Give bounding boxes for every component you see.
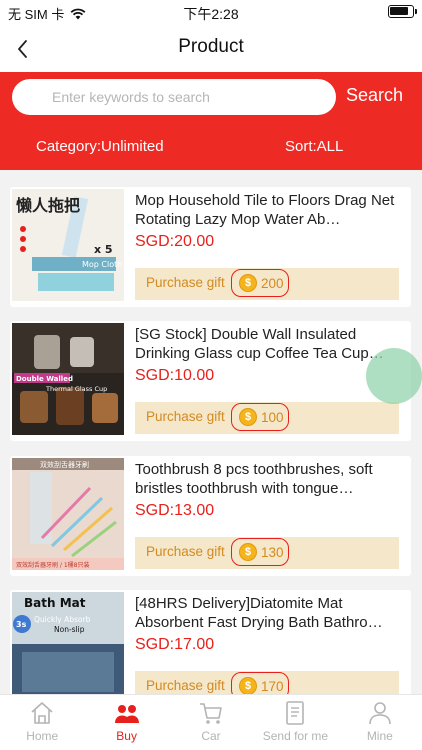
sort-filter[interactable]: Sort:ALL <box>285 138 343 155</box>
tab-car[interactable]: Car <box>169 695 253 750</box>
page-title: Product <box>178 36 244 57</box>
product-card[interactable]: 3s Bath Mat Quickly Absorb Non-slip [48H… <box>10 590 411 694</box>
search-input[interactable] <box>12 79 336 115</box>
status-bar: 无 SIM 卡 下午2:28 <box>0 0 422 26</box>
tab-mine[interactable]: Mine <box>338 695 422 750</box>
bath-mat-image-caption: Quickly Absorb <box>34 615 91 624</box>
tab-label: Send for me <box>262 729 329 743</box>
purchase-gift-label: Purchase gift <box>146 544 225 559</box>
status-right <box>388 5 417 18</box>
purchase-gift-label: Purchase gift <box>146 275 225 290</box>
coin-badge: $ 100 <box>231 403 289 431</box>
toothbrush-image-title: 双效刮舌器牙刷 <box>40 460 89 469</box>
tab-label: Home <box>26 729 59 743</box>
purchase-gift-bar: Purchase gift $ 200 <box>135 268 399 300</box>
person-icon <box>369 702 391 725</box>
tab-send-for-me[interactable]: Send for me <box>253 695 337 750</box>
glass-image-title: Double Walled <box>16 375 73 383</box>
glass-image-caption: Thermal Glass Cup <box>45 385 107 393</box>
coin-badge: $ 130 <box>231 538 289 566</box>
home-icon <box>31 702 53 724</box>
search-area: Search Category:Unlimited Sort:ALL <box>0 72 422 170</box>
product-list: 懒人拖把 x 5 Mop Cloth Mop Household Tile to… <box>0 170 422 694</box>
send-icon <box>286 701 305 725</box>
floating-assistive-button[interactable] <box>366 348 422 404</box>
cart-icon <box>200 703 222 724</box>
coin-icon: $ <box>239 543 257 561</box>
product-card[interactable]: 懒人拖把 x 5 Mop Cloth Mop Household Tile to… <box>10 187 411 307</box>
buy-icon <box>114 705 139 723</box>
tab-label: Buy <box>116 729 137 743</box>
coin-value: 200 <box>261 276 284 291</box>
category-filter[interactable]: Category:Unlimited <box>36 138 164 155</box>
coin-badge: $ 200 <box>231 269 289 297</box>
nav-bar: Product <box>0 26 422 72</box>
purchase-gift-label: Purchase gift <box>146 409 225 424</box>
product-image-glass-cup: Double Walled Thermal Glass Cup <box>12 323 124 435</box>
purchase-gift-bar: Purchase gift $ 100 <box>135 402 399 434</box>
coin-value: 100 <box>261 410 284 425</box>
bath-mat-image-badge: 3s <box>16 620 27 629</box>
product-image-mop: 懒人拖把 x 5 Mop Cloth <box>12 189 124 301</box>
mop-image-caption: Mop Cloth <box>82 260 122 269</box>
product-card[interactable]: Double Walled Thermal Glass Cup [SG Stoc… <box>10 321 411 441</box>
purchase-gift-label: Purchase gift <box>146 678 225 693</box>
product-price: SGD:10.00 <box>135 367 215 384</box>
bath-mat-image-title: Bath Mat <box>24 596 86 610</box>
toothbrush-image-caption: 双效刮舌器牙刷 / 1桶8只装 <box>16 561 89 569</box>
product-image-toothbrush: 双效刮舌器牙刷 双效刮舌器牙刷 / 1桶8只装 <box>12 458 124 570</box>
search-button[interactable]: Search <box>346 85 403 106</box>
product-title: [48HRS Delivery]Diatomite Mat Absorbent … <box>135 595 383 631</box>
purchase-gift-bar: Purchase gift $ 170 <box>135 671 399 694</box>
tab-label: Car <box>201 729 221 743</box>
mop-image-count: x 5 <box>94 243 113 256</box>
bath-mat-image-subcaption: Non-slip <box>54 625 85 634</box>
product-image-bath-mat: 3s Bath Mat Quickly Absorb Non-slip <box>12 592 124 694</box>
coin-icon: $ <box>239 677 257 694</box>
product-price: SGD:17.00 <box>135 636 215 653</box>
tab-label: Mine <box>366 729 393 743</box>
status-time: 下午2:28 <box>183 6 239 22</box>
tab-bar: Home Buy Car Send for me Mine <box>0 694 422 750</box>
coin-icon: $ <box>239 408 257 426</box>
coin-icon: $ <box>239 274 257 292</box>
product-title: Mop Household Tile to Floors Drag Net Ro… <box>135 192 395 228</box>
product-price: SGD:13.00 <box>135 502 215 519</box>
mop-image-title: 懒人拖把 <box>16 196 80 215</box>
purchase-gift-bar: Purchase gift $ 130 <box>135 537 399 569</box>
tab-buy[interactable]: Buy <box>84 695 168 750</box>
coin-value: 130 <box>261 545 284 560</box>
product-card[interactable]: 双效刮舌器牙刷 双效刮舌器牙刷 / 1桶8只装 Toothbrush 8 pcs… <box>10 456 411 576</box>
product-price: SGD:20.00 <box>135 233 215 250</box>
tab-home[interactable]: Home <box>0 695 84 750</box>
battery-icon <box>388 5 417 18</box>
product-title: Toothbrush 8 pcs toothbrushes, soft bris… <box>135 461 373 497</box>
coin-badge: $ 170 <box>231 672 289 694</box>
battery-level <box>390 7 408 15</box>
product-title: [SG Stock] Double Wall Insulated Drinkin… <box>135 326 384 362</box>
coin-value: 170 <box>261 679 284 694</box>
